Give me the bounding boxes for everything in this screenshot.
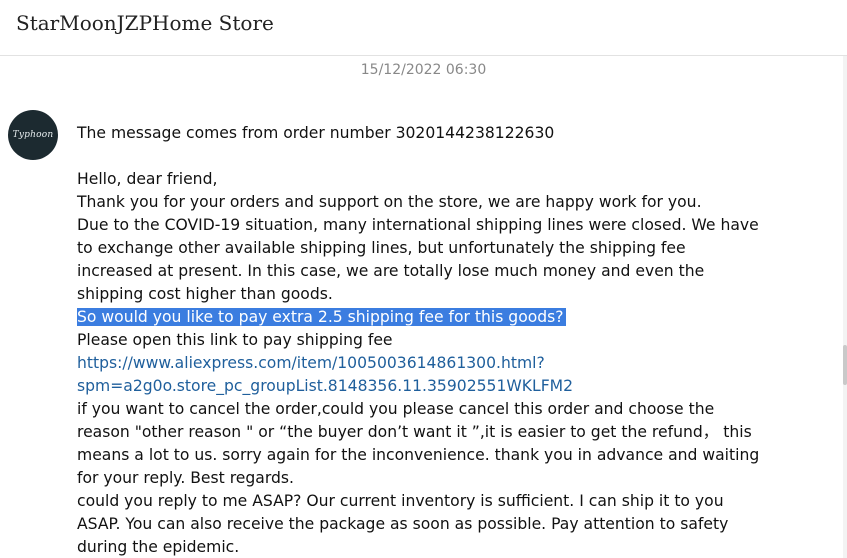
message-line-order: The message comes from order number 3020…: [77, 124, 555, 142]
scrollbar-thumb[interactable]: [843, 345, 847, 385]
message-line: means a lot to us. sorry again for the i…: [77, 446, 760, 464]
chat-header: StarMoonJZPHome Store: [0, 0, 847, 56]
message-line: for your reply. Best regards.: [77, 469, 294, 487]
selected-text-highlight[interactable]: So would you like to pay extra 2.5 shipp…: [77, 308, 566, 326]
message-spacer: [77, 145, 777, 168]
avatar-logo-text: Typhoon: [12, 130, 54, 140]
message-line: Hello, dear friend,: [77, 170, 218, 188]
message-line: reason "other reason " or “the buyer don…: [77, 423, 752, 441]
seller-avatar[interactable]: Typhoon: [8, 110, 58, 160]
message-line: shipping cost higher than goods.: [77, 285, 333, 303]
payment-link[interactable]: https://www.aliexpress.com/item/10050036…: [77, 352, 777, 375]
payment-link-continued[interactable]: spm=a2g0o.store_pc_groupList.8148356.11.…: [77, 375, 777, 398]
store-name[interactable]: StarMoonJZPHome Store: [16, 9, 274, 37]
message-bubble: The message comes from order number 3020…: [77, 122, 777, 558]
message-line: if you want to cancel the order,could yo…: [77, 400, 715, 418]
message-line: Thank you for your orders and support on…: [77, 193, 702, 211]
scrollbar-track[interactable]: [843, 56, 847, 558]
message-timestamp: 15/12/2022 06:30: [0, 60, 847, 80]
message-line: to exchange other available shipping lin…: [77, 239, 686, 257]
message-line: could you reply to me ASAP? Our current …: [77, 492, 724, 510]
message-line: increased at present. In this case, we a…: [77, 262, 705, 280]
message-line: Due to the COVID-19 situation, many inte…: [77, 216, 759, 234]
message-line: Please open this link to pay shipping fe…: [77, 331, 393, 349]
timestamp-text: 15/12/2022 06:30: [360, 62, 487, 78]
message-line: ASAP. You can also receive the package a…: [77, 515, 729, 533]
message-line: during the epidemic.: [77, 538, 240, 556]
